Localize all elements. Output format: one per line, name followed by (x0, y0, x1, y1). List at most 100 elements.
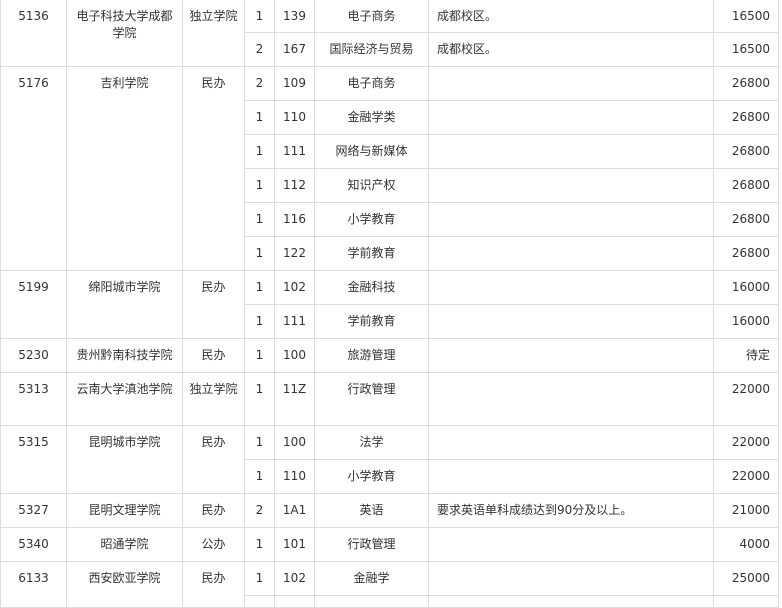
major-name: 电子商务 (314, 0, 429, 33)
plan-count: 1 (244, 99, 275, 135)
major-code: 139 (274, 0, 315, 33)
tuition-fee: 16500 (713, 31, 779, 67)
school-code: 5327 (0, 492, 67, 528)
school-code: 5136 (0, 0, 67, 67)
tuition-fee: 16000 (713, 269, 779, 305)
table-row: 5315 昆明城市学院 民办 1 100 法学 22000 (0, 424, 779, 494)
major-code: 102 (274, 269, 315, 305)
major-name: 金融学 (314, 560, 429, 596)
remarks (428, 133, 714, 169)
major-name: 行政管理 (314, 371, 429, 426)
table-row: 5230 贵州黔南科技学院 民办 1 100 旅游管理 待定 (0, 337, 779, 373)
major-code: 110 (274, 458, 315, 494)
tuition-fee: 16500 (713, 0, 779, 33)
school-type: 独立学院 (182, 371, 245, 426)
school-name: 昆明文理学院 (66, 492, 183, 528)
plan-count: 1 (244, 133, 275, 169)
plan-count: 2 (244, 492, 275, 528)
school-type: 民办 (182, 560, 245, 608)
school-type: 民办 (182, 492, 245, 528)
remarks (428, 65, 714, 101)
major-name: 知识产权 (314, 167, 429, 203)
school-name: 电子科技大学成都学院 (66, 0, 183, 67)
major-name: 金融科技 (314, 269, 429, 305)
school-code: 5230 (0, 337, 67, 373)
school-code: 5313 (0, 371, 67, 426)
plan-count (244, 594, 275, 608)
school-type: 公办 (182, 526, 245, 562)
school-code: 5199 (0, 269, 67, 339)
school-code: 5176 (0, 65, 67, 271)
major-code: 102 (274, 560, 315, 596)
major-code: 110 (274, 99, 315, 135)
remarks (428, 201, 714, 237)
plan-count: 1 (244, 201, 275, 237)
remarks: 成都校区。 (428, 0, 714, 33)
plan-count: 1 (244, 560, 275, 596)
remarks: 要求英语单科成绩达到90分及以上。 (428, 492, 714, 528)
major-name (314, 594, 429, 608)
major-code: 11Z (274, 371, 315, 426)
tuition-fee: 26800 (713, 235, 779, 271)
plan-count: 1 (244, 337, 275, 373)
remarks (428, 167, 714, 203)
table-row: 5176 吉利学院 民办 2 109 电子商务 26800 (0, 65, 779, 271)
plan-count: 1 (244, 0, 275, 33)
school-name: 吉利学院 (66, 65, 183, 271)
school-code: 5315 (0, 424, 67, 494)
major-code: 167 (274, 31, 315, 67)
remarks (428, 337, 714, 373)
plan-count: 1 (244, 303, 275, 339)
major-code: 1A1 (274, 492, 315, 528)
remarks (428, 424, 714, 460)
tuition-fee: 26800 (713, 65, 779, 101)
remarks (428, 458, 714, 494)
remarks: 成都校区。 (428, 31, 714, 67)
school-name: 昆明城市学院 (66, 424, 183, 494)
school-code: 6133 (0, 560, 67, 608)
school-type: 民办 (182, 337, 245, 373)
table-row: 5136 电子科技大学成都学院 独立学院 1 139 电子商务 成都校区。 16500 (0, 0, 779, 67)
remarks (428, 594, 714, 608)
major-name: 小学教育 (314, 201, 429, 237)
plan-count: 2 (244, 65, 275, 101)
tuition-fee: 22000 (713, 424, 779, 460)
tuition-fee: 26800 (713, 167, 779, 203)
school-type: 民办 (182, 65, 245, 271)
major-name: 学前教育 (314, 235, 429, 271)
tuition-fee: 26800 (713, 133, 779, 169)
plan-count: 1 (244, 458, 275, 494)
remarks (428, 560, 714, 596)
remarks (428, 235, 714, 271)
remarks (428, 303, 714, 339)
major-name: 金融学类 (314, 99, 429, 135)
tuition-fee: 21000 (713, 492, 779, 528)
remarks (428, 371, 714, 426)
school-name: 昭通学院 (66, 526, 183, 562)
plan-count: 1 (244, 235, 275, 271)
major-name: 小学教育 (314, 458, 429, 494)
major-name: 法学 (314, 424, 429, 460)
major-code: 122 (274, 235, 315, 271)
remarks (428, 526, 714, 562)
tuition-fee: 26800 (713, 99, 779, 135)
school-name: 云南大学滇池学院 (66, 371, 183, 426)
plan-count: 1 (244, 269, 275, 305)
school-name: 西安欧亚学院 (66, 560, 183, 608)
school-type: 民办 (182, 269, 245, 339)
tuition-fee (713, 594, 779, 608)
tuition-fee: 25000 (713, 560, 779, 596)
tuition-fee: 22000 (713, 371, 779, 426)
major-name: 国际经济与贸易 (314, 31, 429, 67)
tuition-fee: 22000 (713, 458, 779, 494)
major-code (274, 594, 315, 608)
major-name: 网络与新媒体 (314, 133, 429, 169)
table-row: 5340 昭通学院 公办 1 101 行政管理 4000 (0, 526, 779, 562)
major-name: 电子商务 (314, 65, 429, 101)
school-name: 贵州黔南科技学院 (66, 337, 183, 373)
table-row: 5199 绵阳城市学院 民办 1 102 金融科技 16000 (0, 269, 779, 339)
major-code: 116 (274, 201, 315, 237)
major-code: 109 (274, 65, 315, 101)
major-name: 行政管理 (314, 526, 429, 562)
major-name: 旅游管理 (314, 337, 429, 373)
